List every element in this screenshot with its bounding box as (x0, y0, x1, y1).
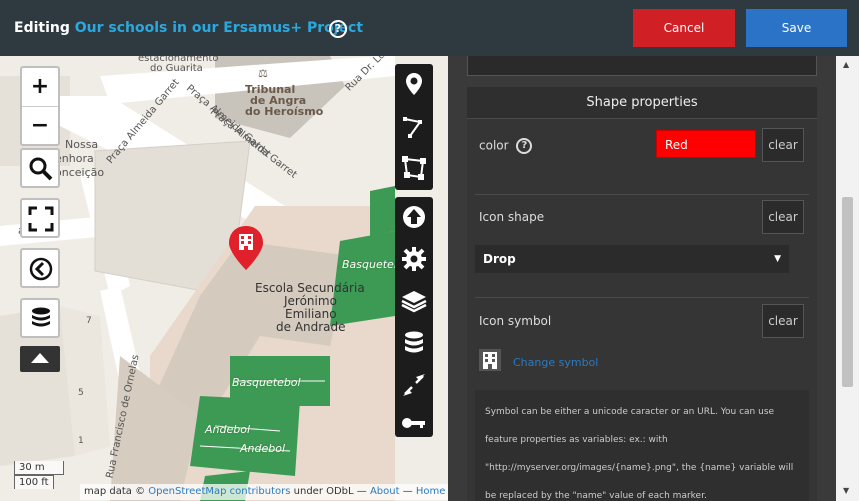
map-name-link[interactable]: Our schools in our Ersamus+ Project (75, 20, 363, 36)
section-title[interactable]: Shape properties (467, 87, 817, 119)
database-icon[interactable] (400, 329, 428, 357)
panel-scrollbar[interactable]: ▲ ▼ (836, 56, 859, 501)
symbol-help-text: Symbol can be either a unicode caracter … (475, 390, 809, 501)
layers-icon[interactable] (400, 287, 428, 315)
clear-icon-shape-button[interactable]: clear (762, 200, 804, 234)
top-bar: Editing Our schools in our Ersamus+ Proj… (0, 0, 859, 56)
divider (475, 194, 809, 195)
map-label: Escola Secundária (255, 281, 365, 295)
collapse-controls-button[interactable] (20, 346, 60, 372)
scale-bar: 30 m 100 ft (14, 461, 64, 489)
search-icon (29, 157, 53, 181)
fullscreen-button[interactable] (20, 198, 60, 238)
map-attribution: map data © OpenStreetMap contributors un… (80, 484, 448, 500)
page-title: Editing Our schools in our Ersamus+ Proj… (14, 20, 363, 36)
school-marker-icon[interactable] (227, 224, 265, 272)
tribunal-icon: ⚖ (258, 67, 268, 80)
zoom-out-button[interactable]: − (22, 106, 58, 144)
draw-line-icon[interactable] (400, 112, 428, 140)
icon-shape-select[interactable]: Drop ▼ (475, 245, 789, 273)
color-input[interactable]: Red (656, 130, 756, 158)
zoom-in-button[interactable]: + (22, 68, 58, 106)
map-label: Jerónimo (284, 294, 337, 308)
caret-up-icon (31, 353, 49, 363)
datalayers-button[interactable] (20, 298, 60, 338)
attribution-middle: under ODbL — (290, 486, 370, 497)
color-label: color (479, 138, 509, 153)
key-icon[interactable] (400, 409, 428, 437)
description-textarea[interactable] (467, 56, 817, 76)
gear-icon[interactable] (400, 245, 428, 273)
map-label: Andebol (205, 423, 251, 436)
fullscreen-icon (28, 206, 54, 232)
map-label: de Andrade (276, 320, 346, 334)
scroll-up-icon[interactable]: ▲ (843, 60, 849, 69)
save-button[interactable]: Save (746, 9, 847, 47)
share-button[interactable] (20, 248, 60, 288)
scale-meters: 30 m (14, 461, 64, 475)
map-label: 1 (78, 436, 84, 446)
share-icon (29, 257, 53, 281)
draw-marker-icon[interactable] (400, 70, 428, 98)
draw-toolbar (395, 64, 433, 190)
scrollbar-thumb[interactable] (842, 197, 853, 387)
database-icon (32, 307, 50, 327)
icon-shape-value: Drop (483, 252, 516, 266)
attribution-prefix: map data © (84, 486, 149, 497)
map-label: do Guarita (150, 63, 203, 74)
map-label: onceição (55, 166, 105, 179)
help-icon[interactable]: ? (329, 20, 347, 38)
map-label: Andebol (240, 442, 286, 455)
map-label: Nossa (65, 138, 99, 151)
draw-polygon-icon[interactable] (400, 154, 428, 182)
upload-icon[interactable] (400, 203, 428, 231)
cancel-button[interactable]: Cancel (633, 9, 735, 47)
map-label: enhora (55, 152, 94, 165)
settings-toolbar (395, 197, 433, 437)
osm-link[interactable]: OpenStreetMap contributors (148, 486, 290, 497)
map-label: 5 (78, 388, 84, 398)
change-symbol-link[interactable]: Change symbol (513, 356, 598, 369)
about-link[interactable]: About (370, 486, 400, 497)
map-label: Emiliano (285, 307, 337, 321)
clear-icon-symbol-button[interactable]: clear (762, 304, 804, 338)
map-label: Basquetebol (232, 376, 301, 389)
home-link[interactable]: Home (416, 486, 446, 497)
editing-label: Editing (14, 20, 70, 36)
building-icon (479, 349, 501, 371)
map-label: 7 (86, 316, 92, 326)
chevron-down-icon: ▼ (774, 254, 781, 264)
map-label: ⚖ (258, 68, 268, 79)
scroll-down-icon[interactable]: ▼ (843, 486, 849, 495)
scale-feet: 100 ft (14, 475, 54, 489)
zoom-control: + − (20, 66, 60, 146)
search-button[interactable] (20, 148, 60, 188)
center-icon[interactable] (400, 371, 428, 399)
clear-color-button[interactable]: clear (762, 128, 804, 162)
icon-symbol-label: Icon symbol (479, 314, 552, 328)
color-row-label: color ? (479, 138, 533, 154)
map-view[interactable]: estacionamento do Guarita ⚖ Tribunal de … (0, 56, 448, 501)
color-help-icon[interactable]: ? (516, 138, 533, 154)
attribution-dash: — (399, 486, 416, 497)
shape-properties-section: Shape properties color ? Red clear Icon … (467, 87, 817, 501)
divider (475, 297, 809, 298)
icon-shape-label: Icon shape (479, 210, 545, 224)
map-label: do Heroísmo (245, 105, 324, 118)
edit-panel: Shape properties color ? Red clear Icon … (448, 56, 836, 501)
